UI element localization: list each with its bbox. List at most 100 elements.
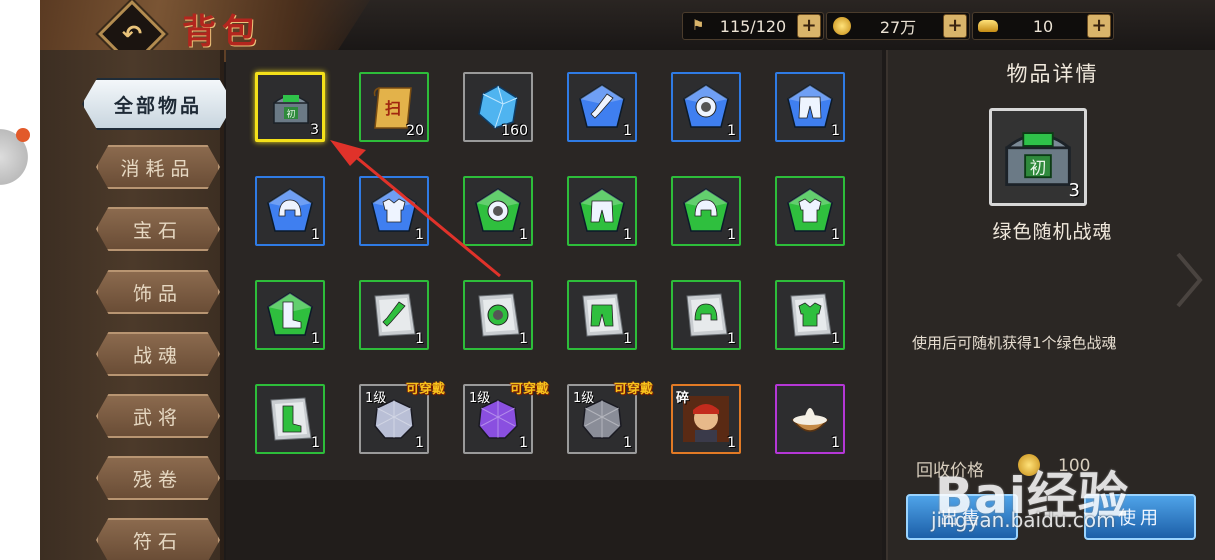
item-slot[interactable]: 1 xyxy=(567,72,637,142)
item-count: 3 xyxy=(310,122,319,138)
svg-text:初: 初 xyxy=(1030,159,1047,178)
tab-all-items[interactable]: 全部物品 xyxy=(82,78,234,130)
item-count: 1 xyxy=(727,227,736,243)
gem-weapon-icon xyxy=(579,84,625,128)
item-count: 1 xyxy=(831,331,840,347)
item-count: 1 xyxy=(519,435,528,451)
tab-generals[interactable]: 武将 xyxy=(96,394,220,438)
gold-ingot-icon xyxy=(977,15,999,37)
wearable-badge: 可穿戴 xyxy=(509,382,549,397)
item-slot[interactable]: 1 xyxy=(359,176,429,246)
bag-capacity-counter: ⚑ 115/120 + xyxy=(682,12,824,40)
coin-icon xyxy=(831,15,853,37)
detail-item-icon: 初 3 xyxy=(989,108,1087,206)
gem-pants-icon xyxy=(787,84,833,128)
gem-helmet-icon xyxy=(683,188,729,232)
add-coin-button[interactable]: + xyxy=(943,14,967,38)
item-slot[interactable]: 1 xyxy=(255,384,325,454)
recycle-price-value: 100 xyxy=(1058,456,1091,476)
tab-consumables[interactable]: 消耗品 xyxy=(96,145,220,189)
tab-runestones[interactable]: 符石 xyxy=(96,518,220,560)
item-slot[interactable]: 1 xyxy=(775,384,845,454)
item-slot[interactable]: 1 1级 可穿戴 xyxy=(567,382,653,454)
add-capacity-button[interactable]: + xyxy=(797,14,821,38)
fragment-badge: 碎 xyxy=(676,391,690,406)
tab-gems[interactable]: 宝石 xyxy=(96,207,220,251)
tab-fragments[interactable]: 残卷 xyxy=(96,456,220,500)
gem-armor-icon xyxy=(787,188,833,232)
page-pants-icon xyxy=(582,293,624,337)
item-count: 1 xyxy=(311,227,320,243)
item-slot[interactable]: 1 xyxy=(359,280,429,350)
gem-helmet-icon xyxy=(267,188,313,232)
item-slot[interactable]: 1 xyxy=(671,280,741,350)
item-count: 1 xyxy=(415,435,424,451)
tab-accessories[interactable]: 饰品 xyxy=(96,270,220,314)
item-count: 1 xyxy=(727,123,736,139)
item-count: 1 xyxy=(727,331,736,347)
item-slot[interactable]: 1 xyxy=(671,176,741,246)
gem-boots-icon xyxy=(267,292,313,336)
item-count: 1 xyxy=(311,331,320,347)
chevron-right-icon[interactable] xyxy=(1172,250,1206,310)
page-title: 背包 xyxy=(182,12,262,52)
detail-item-name: 绿色随机战魂 xyxy=(992,221,1113,243)
item-count: 1 xyxy=(727,435,736,451)
coin-icon xyxy=(1018,454,1040,476)
gold-ingot-value: 10 xyxy=(1032,16,1054,36)
item-count: 1 xyxy=(831,227,840,243)
item-slot[interactable]: 160 xyxy=(463,72,533,142)
item-slot[interactable]: 扫 20 xyxy=(359,72,429,142)
gem-armor-icon xyxy=(371,188,417,232)
item-slot[interactable]: 1 xyxy=(775,280,845,350)
item-level: 1级 xyxy=(365,391,387,406)
item-slot[interactable]: 1碎 xyxy=(671,384,741,454)
wearable-badge: 可穿戴 xyxy=(405,382,445,397)
coin-value: 27万 xyxy=(879,18,917,37)
item-count: 1 xyxy=(623,123,632,139)
item-count: 1 xyxy=(415,227,424,243)
page-armor-icon xyxy=(790,293,832,337)
item-slot[interactable]: 初3 xyxy=(255,72,325,142)
item-count: 1 xyxy=(623,331,632,347)
gold-ingot-counter: 10 + xyxy=(972,12,1114,40)
svg-text:扫: 扫 xyxy=(385,99,401,118)
add-gold-ingot-button[interactable]: + xyxy=(1087,14,1111,38)
gem-ring-icon xyxy=(475,188,521,232)
item-count: 1 xyxy=(831,123,840,139)
game-screen: ↶ 背包 ⚑ 115/120 + 27万 + 10 + 全部物品 消耗品 宝石 … xyxy=(40,0,1215,560)
tab-war-souls[interactable]: 战魂 xyxy=(96,332,220,376)
item-slot[interactable]: 1 xyxy=(775,176,845,246)
notification-dot xyxy=(16,128,30,142)
item-level: 1级 xyxy=(469,391,491,406)
page-weapon-icon xyxy=(374,293,416,337)
page-boots-icon xyxy=(270,397,312,441)
item-count: 1 xyxy=(623,435,632,451)
item-slot[interactable]: 1 xyxy=(671,72,741,142)
item-slot[interactable]: 1 xyxy=(775,72,845,142)
item-slot[interactable]: 1 xyxy=(255,280,325,350)
detail-heading: 物品详情 xyxy=(1006,62,1099,86)
bag-capacity-value: 115/120 xyxy=(719,16,787,36)
item-count: 1 xyxy=(311,435,320,451)
grid-footer xyxy=(226,480,882,560)
gem-ring-icon xyxy=(683,84,729,128)
item-slot[interactable]: 1 xyxy=(255,176,325,246)
item-slot[interactable]: 1 xyxy=(567,280,637,350)
banner-icon: ⚑ xyxy=(691,18,705,34)
coin-counter: 27万 + xyxy=(826,12,970,40)
sell-button[interactable]: 出售 xyxy=(906,494,1018,540)
item-slot[interactable]: 1 xyxy=(463,176,533,246)
item-count: 1 xyxy=(519,331,528,347)
item-count: 160 xyxy=(501,123,528,139)
item-slot[interactable]: 1 xyxy=(463,280,533,350)
use-button[interactable]: 使用 xyxy=(1084,494,1196,540)
svg-text:初: 初 xyxy=(286,108,295,120)
item-slot[interactable]: 1 1级 可穿戴 xyxy=(359,382,445,454)
item-slot[interactable]: 1 xyxy=(567,176,637,246)
page-helmet-icon xyxy=(686,293,728,337)
page-ring-icon xyxy=(478,293,520,337)
item-slot[interactable]: 1 1级 可穿戴 xyxy=(463,382,549,454)
item-count: 20 xyxy=(406,123,424,139)
bowl-icon xyxy=(791,408,829,432)
